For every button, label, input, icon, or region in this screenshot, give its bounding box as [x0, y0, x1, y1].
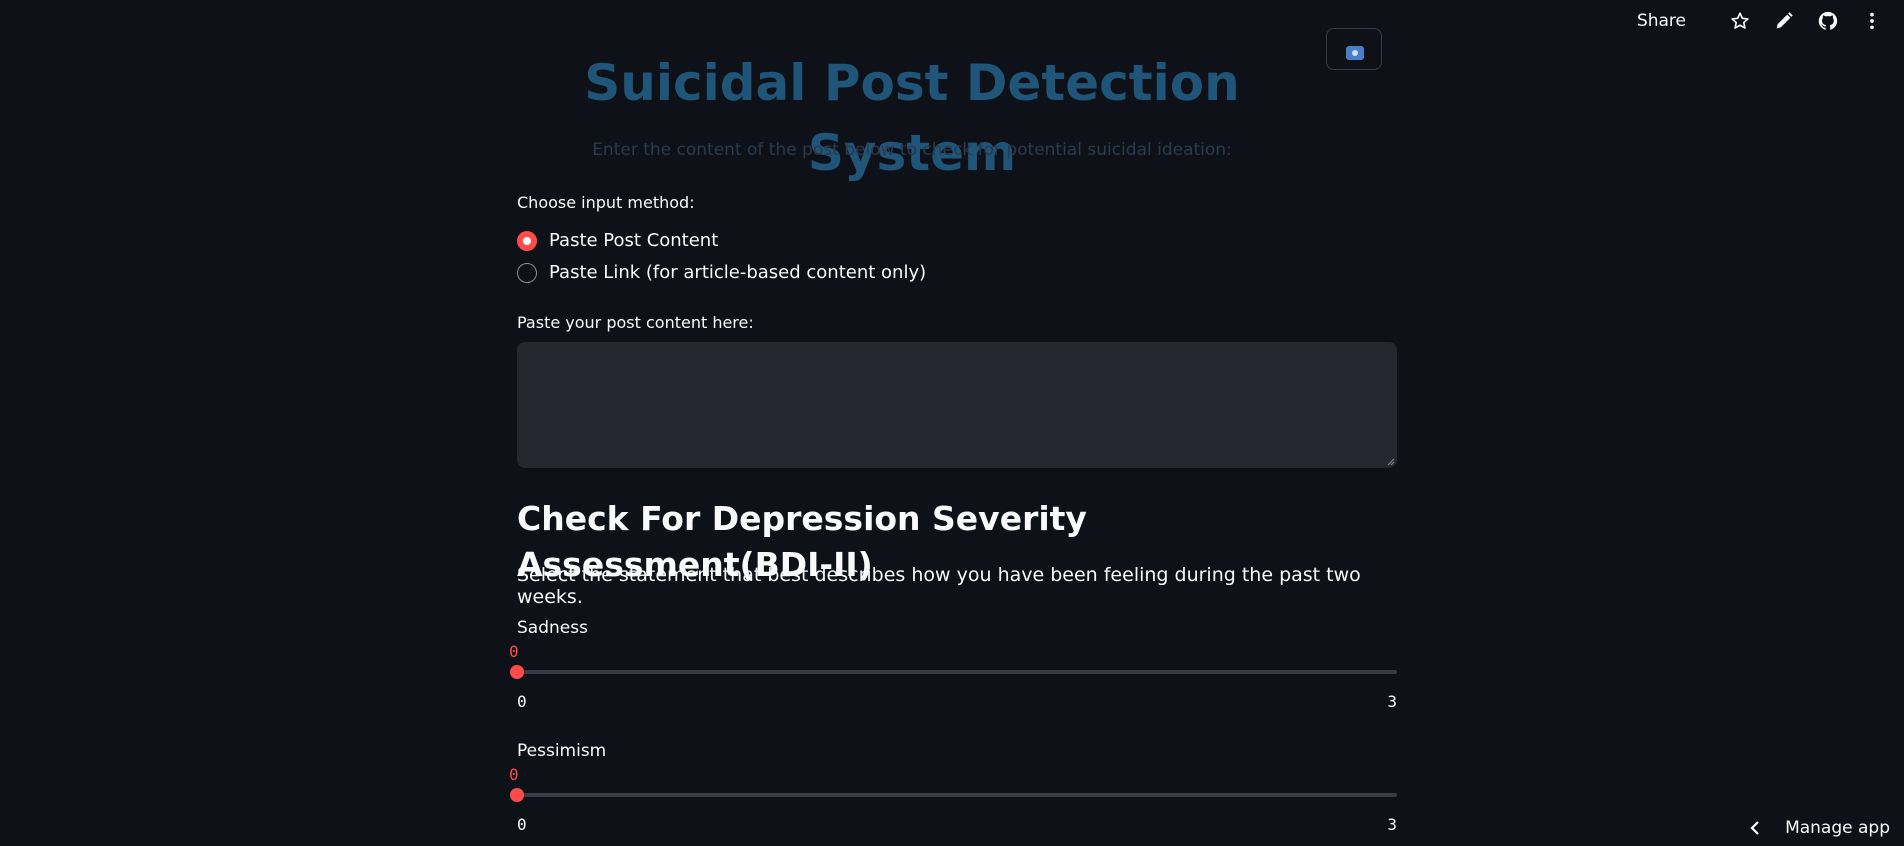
post-content-label: Paste your post content here:: [517, 313, 754, 332]
radio-option-label: Paste Link (for article-based content on…: [549, 262, 927, 283]
radio-option-label: Paste Post Content: [549, 230, 719, 251]
page-title: Suicidal Post Detection System: [584, 54, 1240, 182]
slider-thumb-sadness[interactable]: [510, 665, 524, 679]
slider-track-pessimism[interactable]: [510, 788, 1397, 802]
slider-min-sadness: 0: [517, 692, 527, 711]
slider-label-sadness: Sadness: [517, 618, 588, 638]
top-toolbar: Share: [1637, 0, 1904, 42]
pencil-icon[interactable]: [1772, 9, 1796, 33]
slider-thumb-pessimism[interactable]: [510, 788, 524, 802]
share-button[interactable]: Share: [1637, 11, 1686, 31]
slider-min-pessimism: 0: [517, 815, 527, 834]
assessment-instructions: Select the statement that best describes…: [517, 564, 1361, 608]
manage-app-label: Manage app: [1785, 818, 1890, 838]
slider-max-sadness: 3: [1387, 692, 1397, 711]
post-content-textarea[interactable]: [517, 342, 1397, 468]
github-icon[interactable]: [1816, 9, 1840, 33]
slider-label-pessimism: Pessimism: [517, 741, 607, 761]
star-icon[interactable]: [1728, 9, 1752, 33]
radio-unselected-icon[interactable]: [517, 262, 537, 283]
logo-image-button[interactable]: [1326, 28, 1382, 70]
input-method-label: Choose input method:: [517, 193, 695, 212]
manage-app-button[interactable]: Manage app: [1749, 814, 1890, 842]
slider-value-pessimism: 0: [509, 765, 519, 784]
app-page: Share Suicidal Post Detection System Ent…: [0, 0, 1904, 846]
chevron-left-icon: [1749, 820, 1761, 836]
slider-value-sadness: 0: [509, 642, 519, 661]
slider-max-pessimism: 3: [1387, 815, 1397, 834]
radio-option-paste-link[interactable]: Paste Link (for article-based content on…: [517, 262, 926, 283]
slider-track-sadness[interactable]: [510, 665, 1397, 679]
image-icon: [1346, 46, 1364, 60]
radio-selected-icon[interactable]: [517, 230, 537, 251]
more-vertical-icon[interactable]: [1860, 9, 1884, 33]
resize-grip-icon[interactable]: [1387, 458, 1395, 466]
page-subtitle: Enter the content of the post below to c…: [592, 140, 1232, 160]
radio-option-paste-content[interactable]: Paste Post Content: [517, 230, 718, 251]
